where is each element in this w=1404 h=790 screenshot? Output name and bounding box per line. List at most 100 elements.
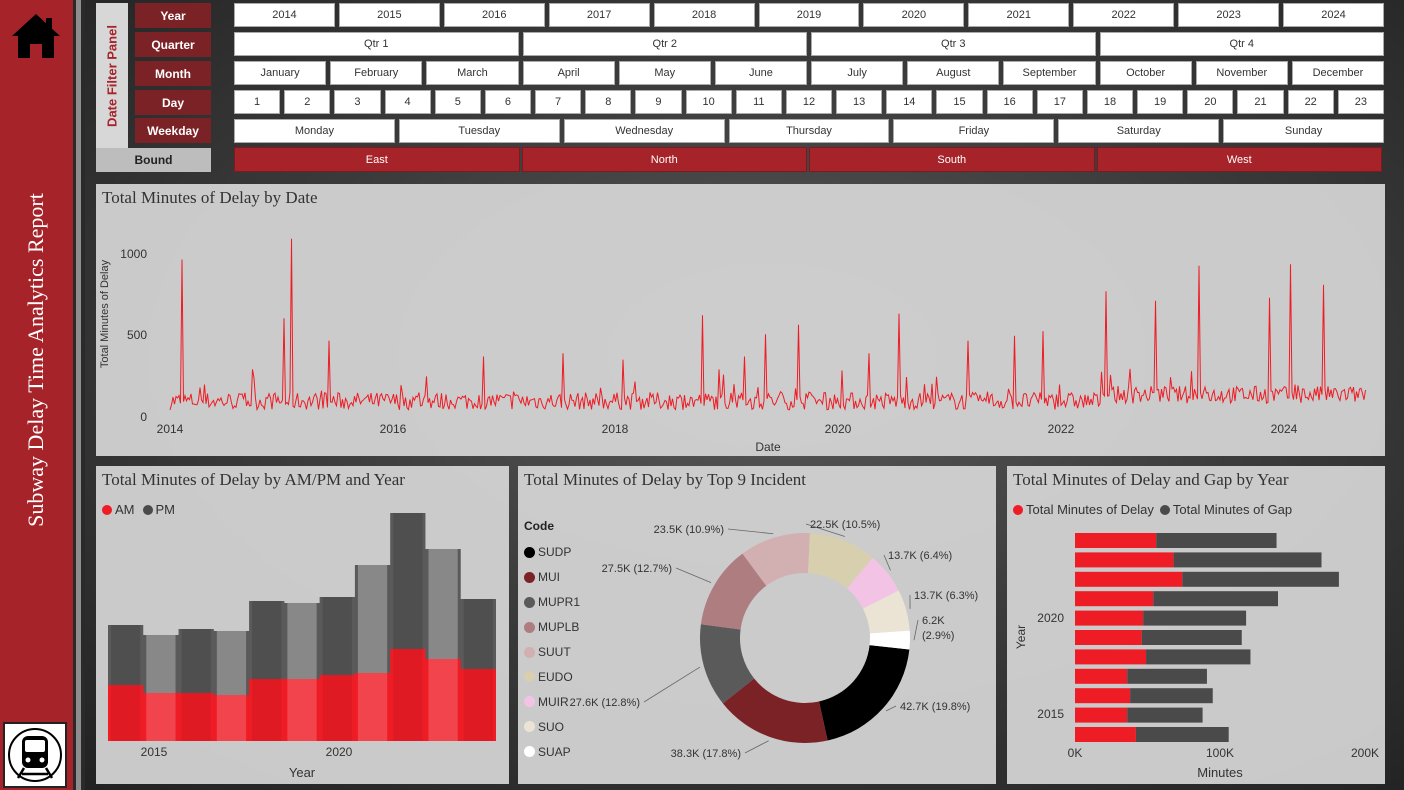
month-option[interactable]: May [618, 61, 711, 85]
ampm-plot: 2015 2020 Year [108, 513, 496, 780]
x-tick: 2024 [1271, 422, 1298, 436]
weekday-option[interactable]: Thursday [728, 119, 890, 143]
day-option[interactable]: 14 [886, 90, 933, 114]
month-option[interactable]: August [907, 61, 1000, 85]
bound-option[interactable]: West [1096, 147, 1382, 172]
gap-bar[interactable] [1156, 533, 1277, 548]
gap-bar[interactable] [1182, 571, 1339, 587]
quarter-option[interactable]: Qtr 3 [811, 32, 1096, 56]
pm-bar [287, 603, 317, 679]
year-option[interactable]: 2020 [863, 3, 965, 27]
day-option[interactable]: 13 [836, 90, 883, 114]
home-icon[interactable] [10, 10, 62, 62]
label-leader [727, 528, 774, 535]
day-option[interactable]: 10 [685, 90, 732, 114]
year-option[interactable]: 2017 [548, 3, 650, 27]
day-option[interactable]: 3 [334, 90, 381, 114]
gap-bar[interactable] [1130, 688, 1213, 704]
year-option[interactable]: 2023 [1178, 3, 1280, 27]
day-option[interactable]: 5 [434, 90, 481, 114]
gap-bar[interactable] [1135, 727, 1229, 742]
year-option[interactable]: 2021 [968, 3, 1070, 27]
gap-bar[interactable] [1141, 630, 1242, 645]
y-tick: 0 [140, 410, 147, 424]
pm-bar [252, 601, 282, 679]
year-filter-label: Year [135, 3, 211, 28]
month-option[interactable]: January [234, 61, 327, 85]
delay-bar[interactable] [1075, 707, 1128, 723]
weekday-option[interactable]: Saturday [1058, 119, 1220, 143]
delay-bar[interactable] [1075, 571, 1183, 587]
quarter-option[interactable]: Qtr 2 [522, 32, 807, 56]
slice-data-label: 23.5K (10.9%) [654, 524, 724, 536]
gap-bar[interactable] [1173, 552, 1322, 568]
day-option[interactable]: 17 [1036, 90, 1083, 114]
day-option[interactable]: 8 [585, 90, 632, 114]
month-option[interactable]: April [522, 61, 615, 85]
day-option[interactable]: 1 [234, 90, 281, 114]
weekday-option[interactable]: Friday [893, 119, 1055, 143]
gap-bar[interactable] [1127, 668, 1207, 684]
year-option[interactable]: 2016 [443, 3, 545, 27]
day-option[interactable]: 9 [635, 90, 682, 114]
weekday-option[interactable]: Monday [234, 119, 395, 143]
day-option[interactable]: 6 [484, 90, 532, 114]
month-option[interactable]: June [714, 61, 808, 85]
day-option[interactable]: 7 [535, 90, 582, 114]
year-option[interactable]: 2024 [1283, 3, 1384, 27]
day-option[interactable]: 2 [284, 90, 331, 114]
month-option[interactable]: October [1099, 61, 1192, 85]
month-option[interactable]: July [811, 61, 904, 85]
delay-bar[interactable] [1075, 552, 1174, 568]
day-option[interactable]: 16 [986, 90, 1033, 114]
gap-bar[interactable] [1153, 591, 1278, 607]
gap-bar[interactable] [1127, 707, 1203, 723]
month-option[interactable]: December [1291, 61, 1385, 85]
bound-option[interactable]: North [521, 147, 807, 172]
year-option[interactable]: 2022 [1073, 3, 1175, 27]
weekday-option[interactable]: Tuesday [398, 119, 560, 143]
delay-bar[interactable] [1075, 727, 1136, 742]
day-option[interactable]: 23 [1337, 90, 1384, 114]
day-option[interactable]: 11 [735, 90, 782, 114]
gap-bar[interactable] [1146, 649, 1251, 665]
label-leader [744, 740, 769, 754]
day-option[interactable]: 12 [785, 90, 833, 114]
report-title: Subway Delay Time Analytics Report [23, 193, 48, 527]
delay-bar[interactable] [1075, 630, 1142, 645]
year-option[interactable]: 2014 [234, 3, 335, 27]
day-option[interactable]: 15 [936, 90, 983, 114]
day-option[interactable]: 4 [384, 90, 431, 114]
day-option[interactable]: 21 [1237, 90, 1284, 114]
bound-option[interactable]: East [234, 147, 520, 172]
delay-bar[interactable] [1075, 533, 1157, 548]
delay-bar[interactable] [1075, 649, 1147, 665]
delay-bar[interactable] [1075, 610, 1144, 626]
delay-bar[interactable] [1075, 688, 1131, 704]
bound-option[interactable]: South [809, 147, 1095, 172]
weekday-option[interactable]: Sunday [1223, 119, 1385, 143]
y-tick: 2015 [1037, 707, 1064, 721]
month-option[interactable]: September [1003, 61, 1096, 85]
year-option[interactable]: 2015 [338, 3, 440, 27]
day-option[interactable]: 22 [1287, 90, 1334, 114]
weekday-option[interactable]: Wednesday [563, 119, 725, 143]
gap-bar[interactable] [1143, 610, 1247, 626]
delay-bar[interactable] [1075, 591, 1154, 607]
day-option[interactable]: 19 [1137, 90, 1184, 114]
month-option[interactable]: February [330, 61, 423, 85]
quarter-option[interactable]: Qtr 1 [234, 32, 519, 56]
year-option[interactable]: 2018 [653, 3, 755, 27]
quarter-option[interactable]: Qtr 4 [1099, 32, 1384, 56]
year-slicer: 2014 2015 2016 2017 2018 2019 2020 2021 2022 2023… [234, 3, 1384, 27]
donut-slice-sudp[interactable] [818, 645, 910, 741]
y-tick: 1000 [120, 247, 147, 261]
year-option[interactable]: 2019 [758, 3, 860, 27]
month-option[interactable]: March [426, 61, 519, 85]
delay-bar[interactable] [1075, 668, 1128, 684]
subway-train-icon[interactable] [3, 722, 67, 788]
day-option[interactable]: 20 [1187, 90, 1234, 114]
day-option[interactable]: 18 [1086, 90, 1134, 114]
am-bar [463, 669, 493, 741]
month-option[interactable]: November [1195, 61, 1288, 85]
